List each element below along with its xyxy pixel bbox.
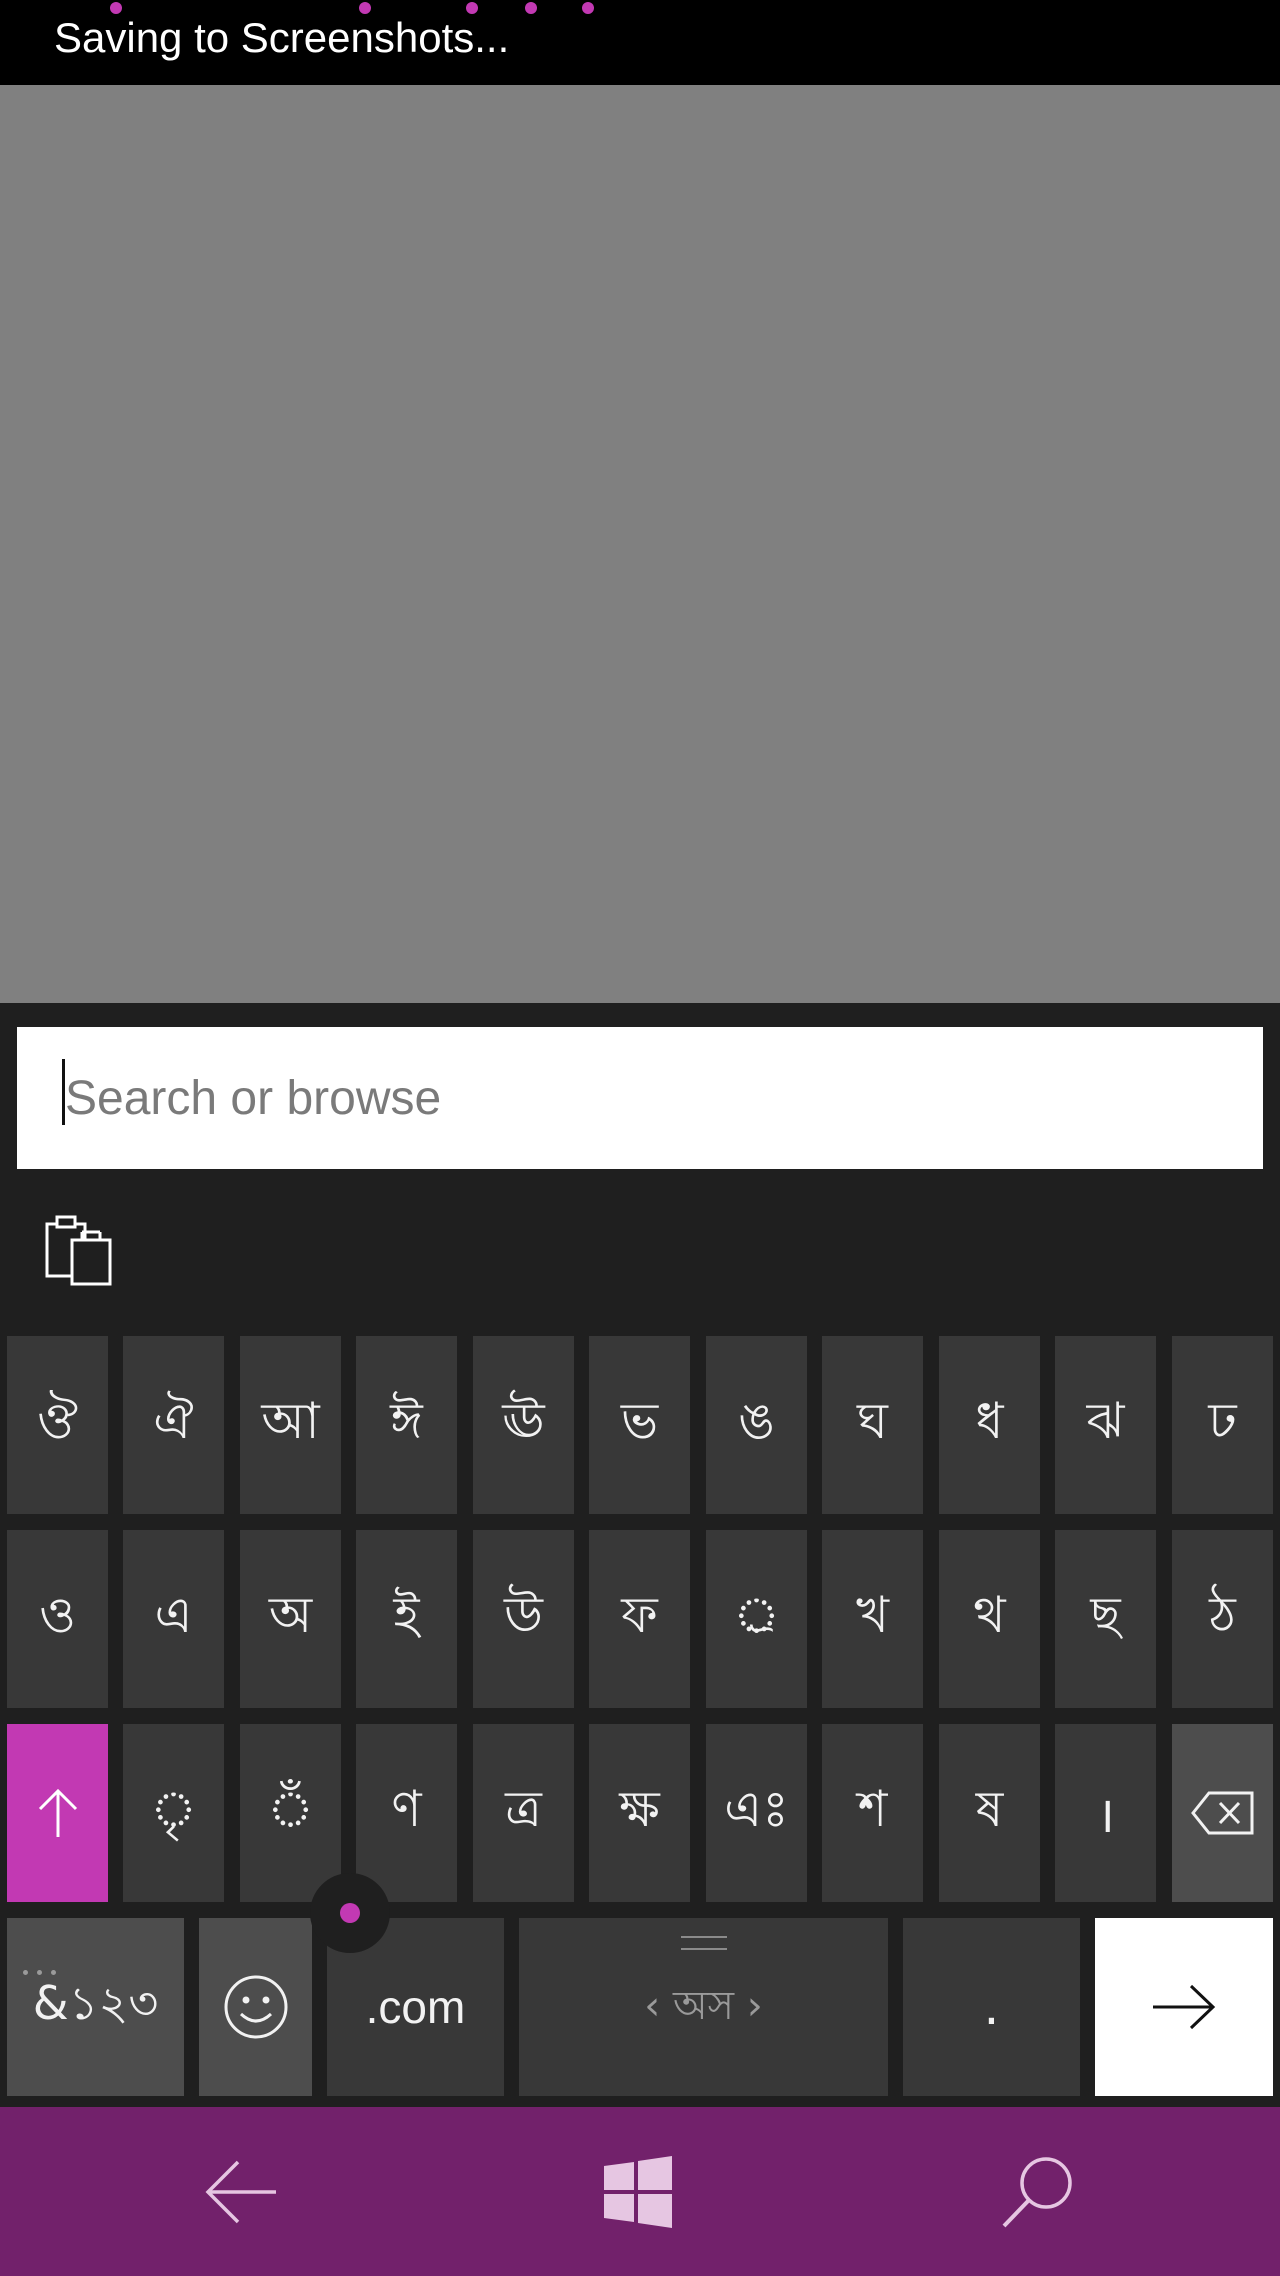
- key[interactable]: আ: [240, 1336, 341, 1514]
- key[interactable]: ভ: [589, 1336, 690, 1514]
- key[interactable]: ঘ: [822, 1336, 923, 1514]
- key-label: ঘ: [857, 1391, 888, 1450]
- period-key-label: .: [983, 1978, 1000, 2036]
- key-label: ঊ: [502, 1391, 545, 1450]
- key-label: খ: [856, 1585, 889, 1644]
- key-label: আ: [261, 1391, 320, 1450]
- key-label: ঠ: [1209, 1585, 1236, 1644]
- key-label: ভ: [620, 1391, 659, 1450]
- key[interactable]: এঃ: [706, 1724, 807, 1902]
- back-button[interactable]: [141, 2107, 341, 2276]
- period-key[interactable]: .: [903, 1918, 1080, 2096]
- key-label: ক্ষ: [619, 1779, 660, 1838]
- key[interactable]: ফ: [589, 1530, 690, 1708]
- arrow-up-icon: [38, 1788, 77, 1837]
- progress-dot: [359, 2, 371, 14]
- address-bar[interactable]: [17, 1027, 1263, 1169]
- key[interactable]: ত্ৰ: [473, 1724, 574, 1902]
- key-label: ।: [1096, 1786, 1115, 1844]
- key-label: ষ: [975, 1779, 1004, 1838]
- key-label: এ: [154, 1585, 193, 1644]
- key-label: ও: [39, 1585, 76, 1644]
- windows-logo-icon: [604, 2155, 672, 2228]
- key-label: ঈ: [390, 1391, 423, 1450]
- progress-dot: [466, 2, 478, 14]
- key-label: ধ: [975, 1391, 1004, 1450]
- key[interactable]: ক্ষ: [589, 1724, 690, 1902]
- key-label: ঙ: [738, 1391, 775, 1450]
- search-icon: [1002, 2156, 1072, 2227]
- search-button[interactable]: [938, 2107, 1138, 2276]
- enter-key[interactable]: [1095, 1918, 1273, 2096]
- backspace-icon: [1190, 1791, 1253, 1835]
- key[interactable]: ষ: [939, 1724, 1040, 1902]
- key[interactable]: ঊ: [473, 1336, 574, 1514]
- key-label: ফ: [621, 1585, 658, 1644]
- key[interactable]: ই: [356, 1530, 457, 1708]
- key-label: ই: [393, 1585, 420, 1644]
- key[interactable]: ঠ: [1172, 1530, 1273, 1708]
- progress-dot: [525, 2, 537, 14]
- symbols-key-label: &১২৩: [32, 1976, 159, 2030]
- dotcom-key-label: .com: [365, 1981, 466, 2033]
- key-label: ঁ: [267, 1779, 314, 1838]
- backspace-key[interactable]: [1172, 1724, 1273, 1902]
- key[interactable]: খ: [822, 1530, 923, 1708]
- key-label: এঃ: [724, 1779, 789, 1838]
- key[interactable]: ণ: [356, 1724, 457, 1902]
- key[interactable]: ঙ: [706, 1336, 807, 1514]
- smiley-icon: [224, 1975, 287, 2039]
- arrow-right-icon: [1153, 1984, 1216, 2030]
- key[interactable]: ৃ: [123, 1724, 224, 1902]
- key[interactable]: ্ৰ: [706, 1530, 807, 1708]
- status-bar: Saving to Screenshots...: [0, 0, 1280, 85]
- back-arrow-icon: [205, 2160, 276, 2223]
- key[interactable]: এ: [123, 1530, 224, 1708]
- key[interactable]: ছ: [1055, 1530, 1156, 1708]
- navigation-bar: [0, 2107, 1280, 2276]
- key[interactable]: ঈ: [356, 1336, 457, 1514]
- key-label: ঐ: [153, 1391, 194, 1450]
- search-input[interactable]: [65, 1027, 1245, 1169]
- key[interactable]: অ: [240, 1530, 341, 1708]
- key[interactable]: উ: [473, 1530, 574, 1708]
- progress-dot: [582, 2, 594, 14]
- key-label: ছ: [1090, 1585, 1121, 1644]
- key-label: থ: [973, 1585, 1006, 1644]
- key-label: শ: [857, 1779, 888, 1838]
- key[interactable]: ঔ: [7, 1336, 108, 1514]
- shift-key[interactable]: [7, 1724, 108, 1902]
- key[interactable]: ও: [7, 1530, 108, 1708]
- more-dots-hint: [23, 1932, 73, 1975]
- key[interactable]: ঁ: [240, 1724, 341, 1902]
- key-label: ঢ: [1208, 1391, 1237, 1450]
- clipboard-icon[interactable]: [44, 1214, 114, 1288]
- symbols-key[interactable]: &১২৩: [7, 1918, 184, 2096]
- drag-handle[interactable]: [680, 1936, 727, 1950]
- key-label: ত্ৰ: [505, 1779, 542, 1838]
- key-label: ঝ: [1086, 1391, 1125, 1450]
- key[interactable]: থ: [939, 1530, 1040, 1708]
- key[interactable]: ধ: [939, 1336, 1040, 1514]
- saving-status-text: Saving to Screenshots...: [54, 14, 510, 61]
- space-key[interactable]: ‹ অস ›: [519, 1918, 888, 2096]
- key-label: অ: [268, 1585, 313, 1644]
- key-label: ্ৰ: [733, 1585, 780, 1644]
- key-label: ৃ: [150, 1779, 197, 1838]
- key[interactable]: শ: [822, 1724, 923, 1902]
- key[interactable]: ঐ: [123, 1336, 224, 1514]
- key[interactable]: ঝ: [1055, 1336, 1156, 1514]
- progress-dot: [110, 2, 122, 14]
- key[interactable]: ঢ: [1172, 1336, 1273, 1514]
- language-switch-label: ‹ অস ›: [644, 1982, 763, 2029]
- key-label: ঔ: [36, 1391, 79, 1450]
- page-content-area: [0, 85, 1280, 1003]
- key-label: উ: [504, 1585, 543, 1644]
- key-label: ণ: [391, 1779, 422, 1838]
- key[interactable]: ।: [1055, 1724, 1156, 1902]
- cursor-control-nub[interactable]: [310, 1873, 390, 1953]
- emoji-key[interactable]: [199, 1918, 312, 2096]
- home-button[interactable]: [538, 2107, 738, 2276]
